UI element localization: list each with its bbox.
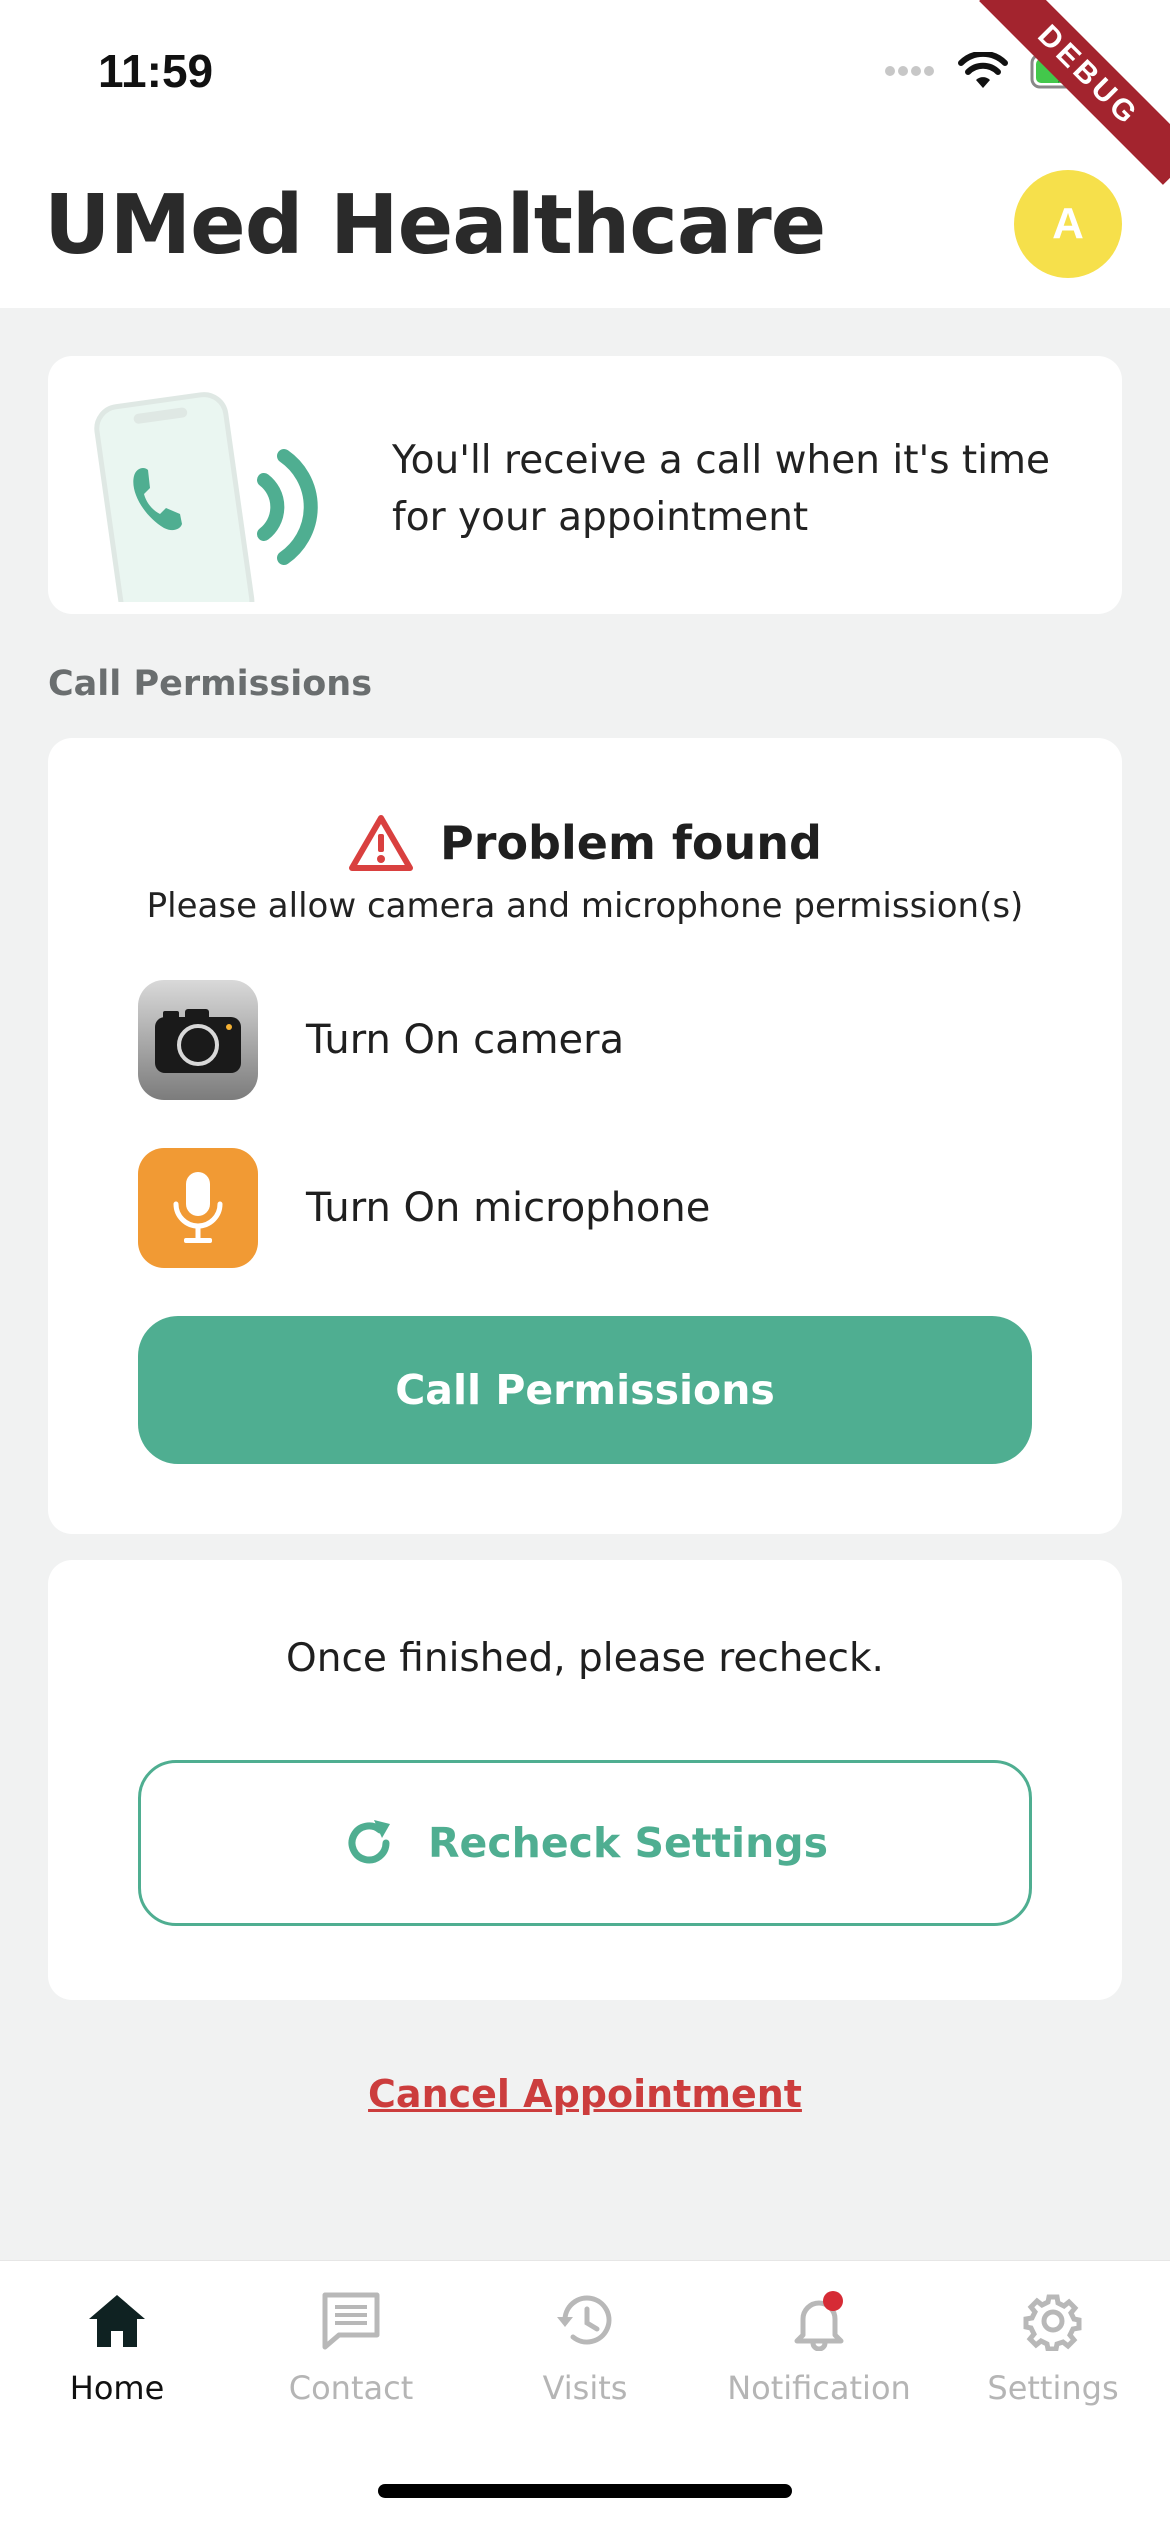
page-title: UMed Healthcare (44, 178, 826, 273)
history-icon (557, 2295, 612, 2345)
microphone-icon (138, 1148, 258, 1268)
cancel-appointment-link[interactable]: Cancel Appointment (0, 2072, 1170, 2116)
nav-label-notification: Notification (727, 2369, 911, 2407)
recheck-card: Once finished, please recheck. Recheck S… (48, 1560, 1122, 2000)
nav-label-visits: Visits (542, 2369, 628, 2407)
microphone-permission-label: Turn On microphone (306, 1185, 711, 1231)
problem-title: Problem found (440, 816, 822, 870)
status-time: 11:59 (98, 45, 214, 97)
permissions-card: Problem found Please allow camera and mi… (48, 738, 1122, 1534)
call-permissions-button[interactable]: Call Permissions (138, 1316, 1032, 1464)
nav-item-notification[interactable]: Notification (702, 2291, 936, 2407)
wifi-icon (958, 52, 1008, 88)
signal-icon (885, 66, 934, 76)
nav-label-home: Home (69, 2369, 165, 2407)
nav-item-home[interactable]: Home (0, 2291, 234, 2407)
camera-permission-item[interactable]: Turn On camera (138, 980, 624, 1100)
problem-subtitle: Please allow camera and microphone permi… (146, 886, 1024, 926)
home-indicator (378, 2484, 792, 2498)
bell-icon (794, 2291, 844, 2351)
section-label: Call Permissions (48, 664, 373, 704)
nav-item-visits[interactable]: Visits (468, 2291, 702, 2407)
nav-item-settings[interactable]: Settings (936, 2291, 1170, 2407)
nav-label-settings: Settings (987, 2369, 1119, 2407)
chat-icon (322, 2292, 380, 2350)
problem-header: Problem found (48, 814, 1122, 872)
appointment-call-card: You'll receive a call when it's time for… (48, 356, 1122, 614)
avatar[interactable]: A (1014, 170, 1122, 278)
camera-icon (138, 980, 258, 1100)
home-icon (89, 2295, 145, 2347)
recheck-message: Once finished, please recheck. (286, 1636, 884, 1681)
nav-item-contact[interactable]: Contact (234, 2291, 468, 2407)
phone-ringing-illustration (94, 392, 318, 602)
refresh-icon (348, 1820, 390, 1864)
notification-badge (823, 2291, 843, 2311)
recheck-settings-label: Recheck Settings (427, 1819, 829, 1867)
app-header: UMed Healthcare A (0, 150, 1170, 308)
camera-permission-label: Turn On camera (306, 1017, 625, 1063)
appointment-call-message: You'll receive a call when it's time for… (392, 438, 1051, 540)
gear-icon (1023, 2294, 1082, 2351)
microphone-permission-item[interactable]: Turn On microphone (138, 1148, 710, 1268)
nav-label-contact: Contact (288, 2369, 414, 2407)
recheck-settings-button[interactable]: Recheck Settings (138, 1760, 1032, 1926)
warning-icon (349, 815, 414, 871)
status-bar: 11:59 (0, 0, 1170, 150)
